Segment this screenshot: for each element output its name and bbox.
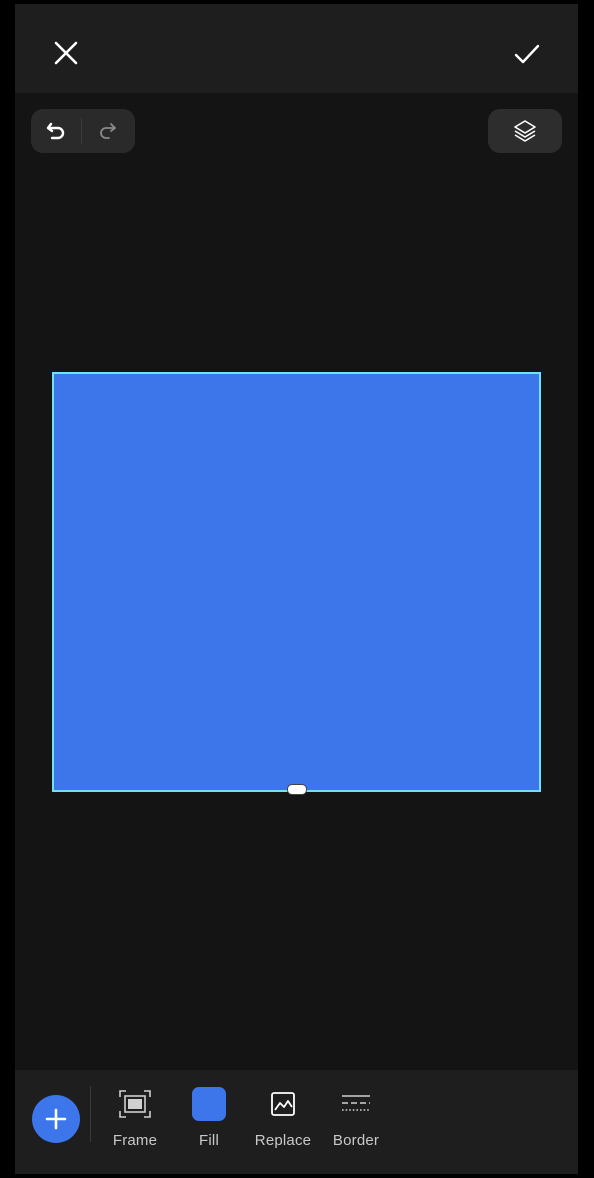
checkmark-icon <box>514 44 540 64</box>
resize-handle[interactable] <box>287 784 307 795</box>
fill-tool-label: Fill <box>199 1132 219 1149</box>
history-controls <box>31 109 135 153</box>
fill-tool[interactable]: Fill <box>174 1086 244 1149</box>
fill-swatch <box>192 1087 226 1121</box>
undo-button[interactable] <box>31 109 81 153</box>
redo-button[interactable] <box>82 109 132 153</box>
image-icon <box>271 1092 295 1116</box>
bottom-toolbar: Frame Fill Replace Border <box>15 1070 578 1174</box>
add-button[interactable] <box>32 1095 80 1143</box>
replace-tool[interactable]: Replace <box>248 1086 318 1149</box>
border-tool[interactable]: Border <box>321 1086 391 1149</box>
frame-icon <box>119 1090 151 1118</box>
border-tool-label: Border <box>332 1132 380 1149</box>
frame-tool[interactable]: Frame <box>100 1086 170 1149</box>
frame-tool-label: Frame <box>112 1132 158 1149</box>
border-style-icon <box>342 1095 370 1111</box>
layers-icon <box>514 120 536 142</box>
top-bar <box>15 4 578 93</box>
confirm-button[interactable] <box>505 32 549 76</box>
close-button[interactable] <box>45 32 87 74</box>
replace-tool-label: Replace <box>254 1132 312 1149</box>
plus-icon <box>45 1108 67 1130</box>
layers-button[interactable] <box>488 109 562 153</box>
editor-screen: Frame Fill Replace Border <box>15 4 578 1174</box>
close-icon <box>54 41 78 65</box>
right-edge <box>578 0 594 1178</box>
toolbar-divider <box>90 1086 91 1142</box>
selected-shape[interactable] <box>52 372 541 792</box>
undo-icon <box>46 122 65 140</box>
redo-icon <box>100 123 116 139</box>
